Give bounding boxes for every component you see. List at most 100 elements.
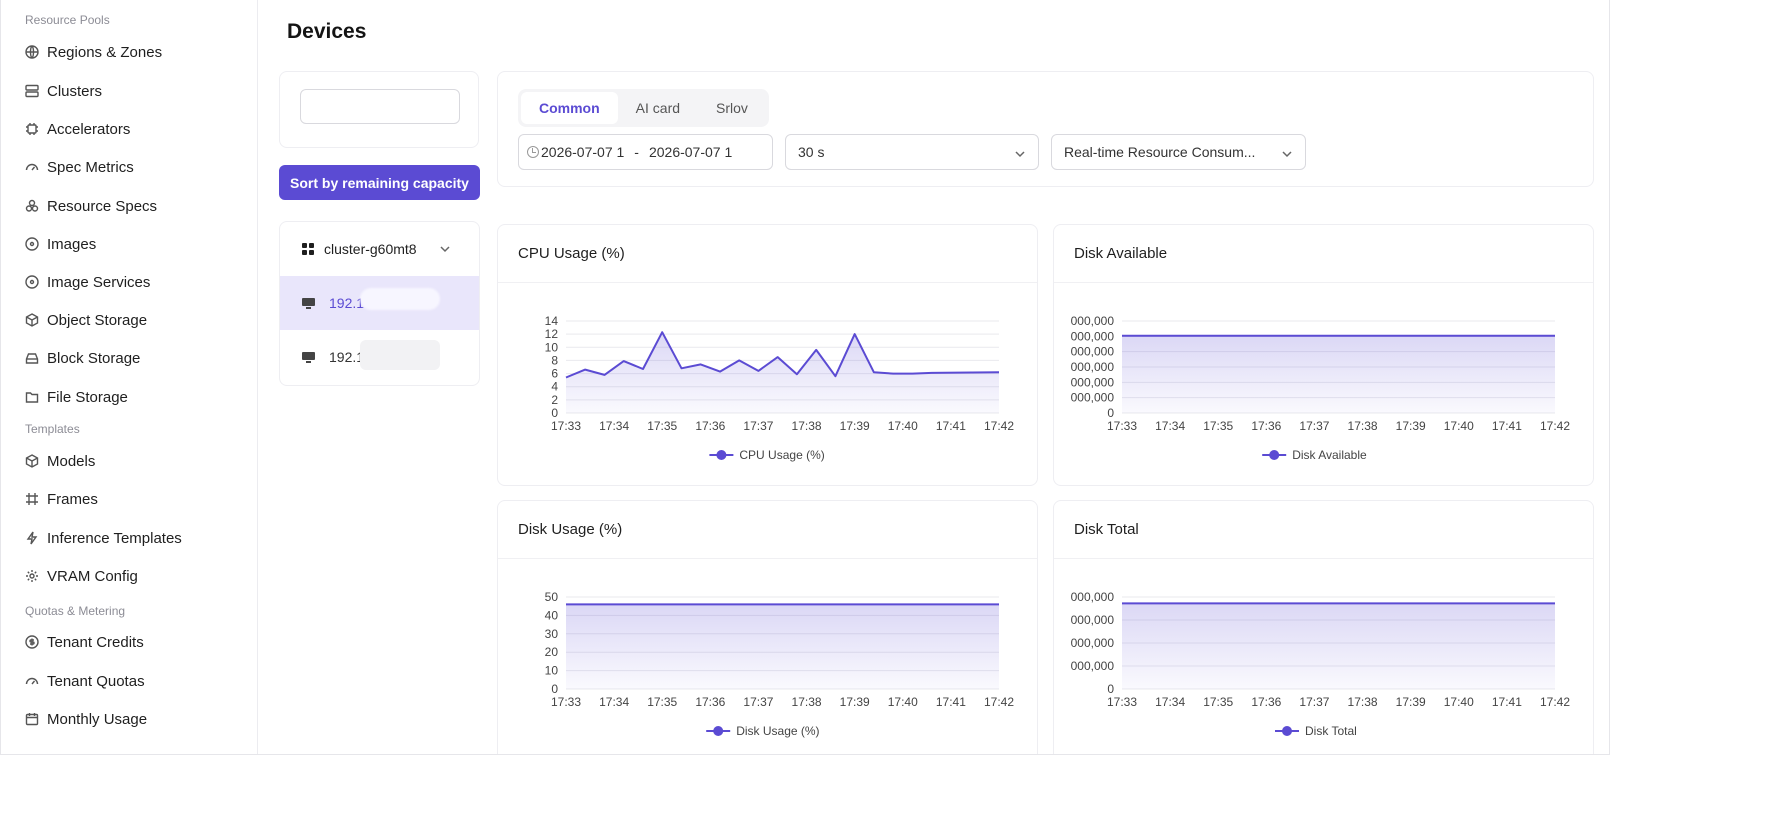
x-tick-label: 17:37 — [1299, 419, 1329, 433]
monitor-icon — [302, 297, 315, 309]
lightning-icon — [25, 531, 39, 545]
chevron-down-icon[interactable] — [439, 242, 451, 254]
chart-title: Disk Available — [1074, 245, 1168, 262]
y-tick-label: 0 — [1107, 406, 1114, 420]
sidebar-item-image-services[interactable]: Image Services — [25, 267, 150, 297]
drive-icon — [25, 351, 39, 365]
sidebar-item-label: Frames — [47, 490, 98, 508]
globe-icon — [25, 45, 39, 59]
y-tick-label: 4 — [551, 380, 558, 394]
sidebar-item-tenant-quotas[interactable]: Tenant Quotas — [25, 666, 145, 696]
x-tick-label: 17:33 — [551, 695, 581, 709]
tab-ai-card[interactable]: AI card — [618, 92, 698, 124]
y-tick-label: 000,000 — [1071, 329, 1115, 343]
chart-title: CPU Usage (%) — [518, 245, 625, 262]
x-tick-label: 17:34 — [1155, 695, 1185, 709]
x-tick-label: 17:42 — [1540, 695, 1570, 709]
disc-icon — [25, 237, 39, 251]
frame-icon — [25, 492, 39, 506]
date-range-picker[interactable]: 2026-07-07 1 - 2026-07-07 1 — [518, 134, 773, 170]
x-tick-label: 17:39 — [840, 419, 870, 433]
sidebar-item-label: Models — [47, 452, 96, 470]
disk-available-chart: 0000,000000,000000,000000,000000,000000,… — [1071, 314, 1571, 462]
x-tick-label: 17:38 — [1348, 695, 1378, 709]
device-node[interactable]: 192.1 — [280, 276, 479, 330]
folder-icon — [25, 390, 39, 404]
y-tick-label: 14 — [545, 314, 559, 328]
interval-select[interactable]: 30 s — [785, 134, 1039, 170]
plot-area: 02468101214 17:33 17:34 17:35 17:36 17:37 17:3… — [545, 314, 1015, 462]
mode-select[interactable]: Real-time Resource Consum... — [1051, 134, 1306, 170]
sidebar-item-regions-zones[interactable]: Regions & Zones — [25, 37, 162, 67]
sidebar-item-tenant-credits[interactable]: Tenant Credits — [25, 627, 144, 657]
legend-marker — [716, 450, 727, 460]
x-tick-label: 17:41 — [1492, 419, 1522, 433]
chart-card-cpu-usage: CPU Usage (%) 0 2 4 6 8 10 12 14 17:33 17:34 17:35… — [497, 224, 1038, 486]
x-tick-label: 17:40 — [888, 695, 918, 709]
legend: CPU Usage (%) — [709, 448, 825, 462]
x-tick-label: 17:33 — [1107, 695, 1137, 709]
sidebar-item-vram-config[interactable]: VRAM Config — [25, 561, 138, 591]
legend: Disk Total — [1275, 724, 1357, 738]
date-end[interactable]: 2026-07-07 1 — [649, 144, 732, 160]
cube-icon — [25, 454, 39, 468]
cpu-usage-chart: 02468101214 17:33 17:34 17:35 17:36 17:37 17:3… — [545, 314, 1015, 462]
x-tick-label: 17:40 — [1444, 419, 1474, 433]
sidebar-item-inference-templates[interactable]: Inference Templates — [25, 523, 182, 553]
sidebar-item-label: Resource Specs — [47, 197, 158, 215]
x-tick-label: 17:37 — [743, 695, 773, 709]
gauge-icon — [25, 674, 39, 688]
gauge-icon — [25, 160, 39, 174]
metric-tabs: Common AI card Srlov — [518, 89, 769, 127]
y-tick-label: 000,000 — [1071, 636, 1115, 650]
x-tick-label: 17:39 — [1396, 695, 1426, 709]
y-tick-label: 000,000 — [1071, 375, 1115, 389]
sidebar-group-title: Quotas & Metering — [25, 604, 126, 618]
sidebar-item-resource-specs[interactable]: Resource Specs — [25, 191, 157, 221]
sidebar-item-monthly-usage[interactable]: Monthly Usage — [25, 704, 147, 734]
y-tick-label: 8 — [551, 353, 558, 367]
sort-by-capacity-button[interactable]: Sort by remaining capacity — [279, 165, 480, 200]
chevron-down-icon — [1281, 147, 1293, 159]
y-tick-label: 10 — [545, 340, 559, 354]
cluster-node[interactable]: cluster-g60mt8 — [280, 222, 479, 276]
legend-marker — [713, 726, 724, 736]
search-input[interactable] — [300, 89, 460, 124]
device-node[interactable]: 192.1 — [280, 330, 479, 384]
sidebar-item-label: Tenant Credits — [47, 633, 144, 651]
grid-icon — [302, 243, 314, 255]
sidebar-item-label: Images — [47, 235, 97, 253]
sidebar-item-file-storage[interactable]: File Storage — [25, 382, 128, 412]
x-tick-label: 17:36 — [1251, 695, 1281, 709]
x-tick-label: 17:37 — [1299, 695, 1329, 709]
sidebar-item-clusters[interactable]: Clusters — [25, 76, 102, 106]
x-tick-label: 17:37 — [743, 419, 773, 433]
tab-srlov[interactable]: Srlov — [698, 92, 766, 124]
sidebar-item-object-storage[interactable]: Object Storage — [25, 305, 147, 335]
y-tick-label: 000,000 — [1071, 360, 1115, 374]
date-start[interactable]: 2026-07-07 1 — [541, 144, 624, 160]
boxes-icon — [25, 199, 39, 213]
tab-common[interactable]: Common — [521, 92, 618, 124]
x-tick-label: 17:33 — [1107, 419, 1137, 433]
legend: Disk Available — [1262, 448, 1367, 462]
cluster-name: cluster-g60mt8 — [324, 241, 417, 257]
chart-card-disk-available: Disk Available 0 000,000 000,000 000,000 000… — [1053, 224, 1594, 486]
chart-card-disk-usage: Disk Usage (%) 0 10 20 30 40 50 17:33 17:34 17:3… — [497, 500, 1038, 754]
legend: Disk Usage (%) — [706, 724, 820, 738]
sidebar-item-spec-metrics[interactable]: Spec Metrics — [25, 152, 134, 182]
series-area — [1122, 335, 1555, 413]
chart-title: Disk Total — [1074, 521, 1139, 538]
sidebar-item-frames[interactable]: Frames — [25, 484, 98, 514]
legend-label: Disk Total — [1305, 724, 1357, 738]
sidebar-item-images[interactable]: Images — [25, 229, 96, 259]
x-tick-label: 17:40 — [888, 419, 918, 433]
x-tick-label: 17:38 — [1348, 419, 1378, 433]
x-tick-label: 17:38 — [792, 419, 822, 433]
x-tick-label: 17:36 — [695, 419, 725, 433]
sidebar-item-accelerators[interactable]: Accelerators — [25, 114, 130, 144]
calendar-icon — [25, 712, 39, 726]
sidebar-item-models[interactable]: Models — [25, 446, 95, 476]
legend-label: Disk Available — [1292, 448, 1367, 462]
sidebar-item-block-storage[interactable]: Block Storage — [25, 343, 140, 373]
